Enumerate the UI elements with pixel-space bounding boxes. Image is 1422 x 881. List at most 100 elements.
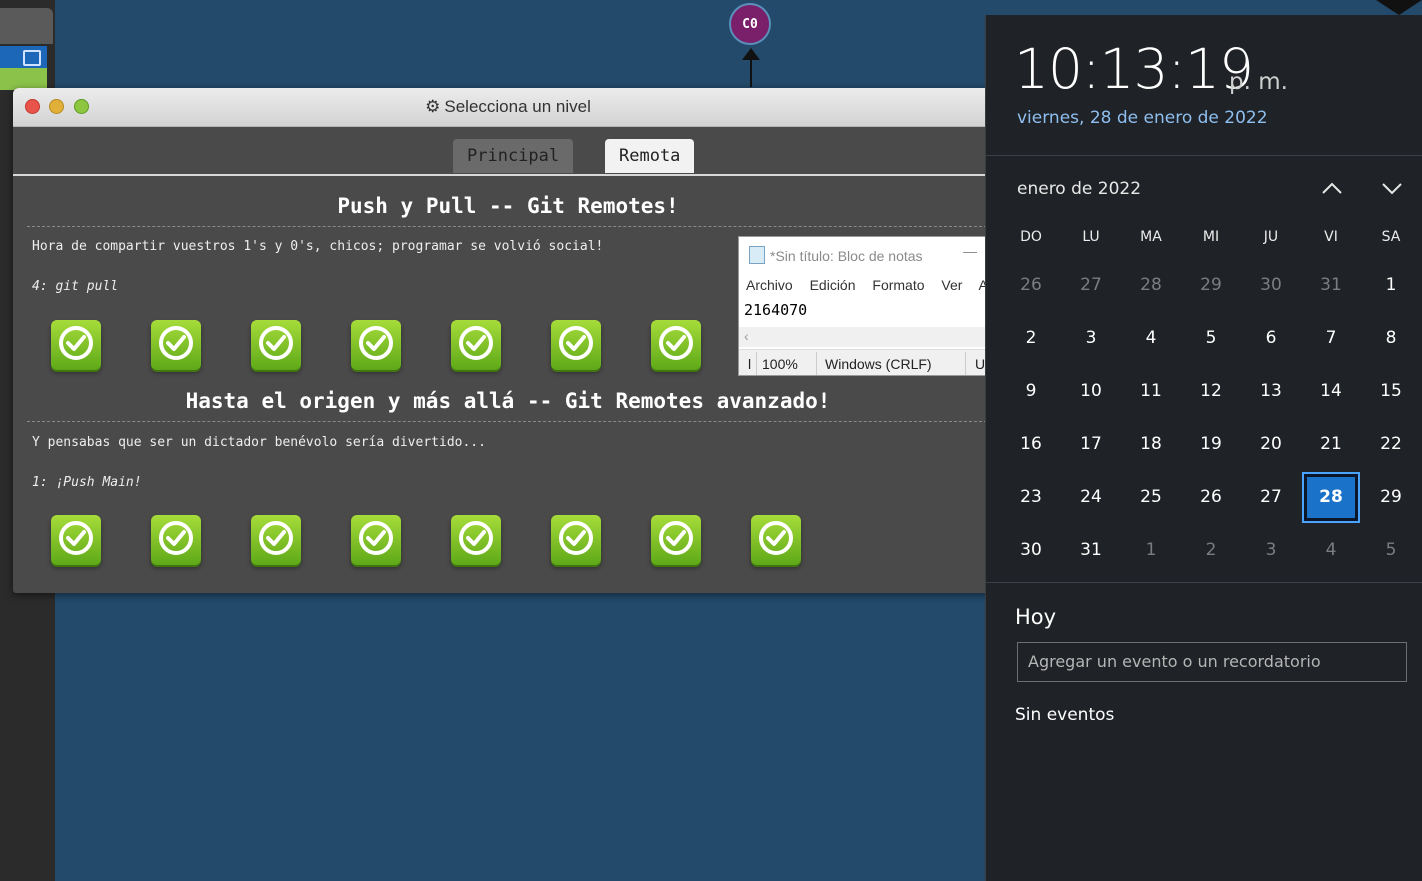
calendar-day[interactable]: 4 [1121, 312, 1181, 365]
calendar-day[interactable]: 14 [1301, 365, 1361, 418]
calendar-day[interactable]: 3 [1061, 312, 1121, 365]
current-level-name: 1: ¡Push Main! [32, 475, 142, 490]
calendar-day[interactable]: 20 [1241, 418, 1301, 471]
level-buttons-row [51, 320, 701, 370]
calendar-day[interactable]: 16 [1001, 418, 1061, 471]
horizontal-scrollbar[interactable]: ‹ [739, 327, 989, 347]
calendar-day[interactable]: 28 [1121, 259, 1181, 312]
calendar-day[interactable]: 29 [1181, 259, 1241, 312]
divider [816, 352, 817, 375]
calendar-day[interactable]: 1 [1121, 524, 1181, 577]
calendar-day[interactable]: 23 [1001, 471, 1061, 524]
minimize-button[interactable]: — [963, 243, 977, 259]
calendar-day[interactable]: 26 [1181, 471, 1241, 524]
calendar-day[interactable]: 3 [1241, 524, 1301, 577]
level-tabs: Principal Remota [13, 138, 1003, 176]
calendar-day[interactable]: 2 [1181, 524, 1241, 577]
status-encoding: U [975, 356, 986, 372]
dialog-title: ⚙ Selecciona un nivel [13, 97, 1003, 117]
menu-edicion[interactable]: Edición [810, 277, 856, 293]
level-button-completed[interactable] [451, 515, 501, 565]
chevron-up-icon[interactable] [1319, 175, 1345, 201]
calendar-day[interactable]: 22 [1361, 418, 1421, 471]
tab-principal[interactable]: Principal [453, 139, 574, 173]
level-button-completed[interactable] [51, 320, 101, 370]
calendar-day[interactable]: 31 [1301, 259, 1361, 312]
level-button-completed[interactable] [351, 515, 401, 565]
menu-formato[interactable]: Formato [872, 277, 924, 293]
calendar-day[interactable]: 12 [1181, 365, 1241, 418]
level-button-completed[interactable] [551, 515, 601, 565]
notepad-title: *Sin título: Bloc de notas [749, 246, 923, 264]
calendar-day[interactable]: 5 [1361, 524, 1421, 577]
level-button-completed[interactable] [351, 320, 401, 370]
month-label[interactable]: enero de 2022 [1017, 179, 1141, 199]
notepad-text-area[interactable]: 2164070 [744, 301, 807, 319]
calendar-day[interactable]: 10 [1061, 365, 1121, 418]
calendar-day[interactable]: 29 [1361, 471, 1421, 524]
calendar-day[interactable]: 21 [1301, 418, 1361, 471]
chevron-left-icon[interactable]: ‹ [744, 328, 749, 344]
notepad-window: *Sin título: Bloc de notas — Archivo Edi… [738, 236, 990, 376]
calendar-day[interactable]: 13 [1241, 365, 1301, 418]
calendar-day[interactable]: 30 [1241, 259, 1301, 312]
level-button-completed[interactable] [151, 515, 201, 565]
checkmark-icon [56, 323, 96, 367]
full-date-link[interactable]: viernes, 28 de enero de 2022 [1017, 108, 1268, 128]
calendar-day[interactable]: 2 [1001, 312, 1061, 365]
background-row-green [0, 68, 47, 90]
checkmark-icon [456, 323, 496, 367]
notepad-status-bar: l 100% Windows (CRLF) U [739, 349, 989, 375]
level-button-completed[interactable] [551, 320, 601, 370]
calendar-day[interactable]: 30 [1001, 524, 1061, 577]
checkbox-icon [23, 50, 41, 66]
calendar-day[interactable]: 19 [1181, 418, 1241, 471]
level-button-completed[interactable] [651, 320, 701, 370]
calendar-day[interactable]: 27 [1241, 471, 1301, 524]
tab-remota[interactable]: Remota [605, 139, 695, 173]
divider [27, 226, 987, 227]
commit-node[interactable]: C0 [729, 3, 771, 45]
calendar-day[interactable]: 9 [1001, 365, 1061, 418]
calendar-day[interactable]: 15 [1361, 365, 1421, 418]
calendar-day[interactable]: 1 [1361, 259, 1421, 312]
level-button-completed[interactable] [51, 515, 101, 565]
level-button-completed[interactable] [451, 320, 501, 370]
calendar-day[interactable]: 4 [1301, 524, 1361, 577]
calendar-day[interactable]: 27 [1061, 259, 1121, 312]
weekday-label: DO [1020, 229, 1042, 245]
add-event-input[interactable]: Agregar un evento o un recordatorio [1017, 642, 1407, 682]
no-events-text: Sin eventos [1015, 705, 1115, 725]
calendar-day-today[interactable]: 28 [1302, 472, 1360, 523]
current-level-name: 4: git pull [32, 279, 119, 294]
checkmark-icon [356, 518, 396, 562]
level-button-completed[interactable] [651, 515, 701, 565]
notepad-menu: Archivo Edición Formato Ver A [746, 277, 989, 293]
calendar-day[interactable]: 8 [1361, 312, 1421, 365]
level-button-completed[interactable] [751, 515, 801, 565]
calendar-day[interactable]: 25 [1121, 471, 1181, 524]
level-button-completed[interactable] [151, 320, 201, 370]
calendar-day[interactable]: 6 [1241, 312, 1301, 365]
calendar-day[interactable]: 26 [1001, 259, 1061, 312]
calendar-day[interactable]: 31 [1061, 524, 1121, 577]
level-button-completed[interactable] [251, 320, 301, 370]
section-description: Y pensabas que ser un dictador benévolo … [32, 435, 486, 450]
weekday-label: LU [1082, 229, 1100, 245]
clock-ampm: p. m. [1229, 69, 1288, 95]
menu-archivo[interactable]: Archivo [746, 277, 793, 293]
calendar-day[interactable]: 17 [1061, 418, 1121, 471]
menu-ver[interactable]: Ver [941, 277, 962, 293]
chevron-down-icon[interactable] [1379, 175, 1405, 201]
level-button-completed[interactable] [251, 515, 301, 565]
calendar-day[interactable]: 11 [1121, 365, 1181, 418]
checkmark-icon [256, 323, 296, 367]
calendar-day[interactable]: 18 [1121, 418, 1181, 471]
divider [27, 421, 987, 422]
divider [986, 155, 1422, 156]
calendar-day[interactable]: 5 [1181, 312, 1241, 365]
calendar-day[interactable]: 24 [1061, 471, 1121, 524]
checkmark-icon [156, 518, 196, 562]
divider [986, 582, 1422, 583]
calendar-day[interactable]: 7 [1301, 312, 1361, 365]
